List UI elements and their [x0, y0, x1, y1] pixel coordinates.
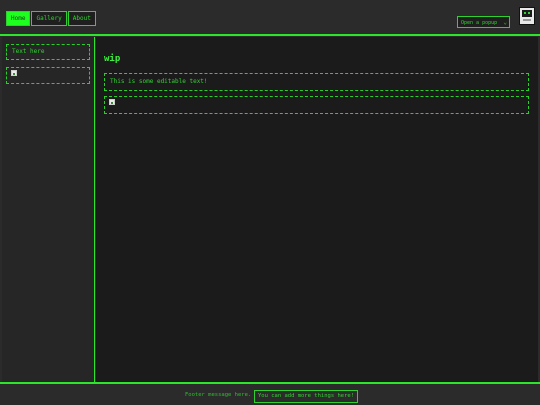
- computer-mascot-icon: [519, 7, 535, 25]
- mascot-eye-left: [524, 12, 526, 14]
- broken-image-icon: [11, 70, 17, 76]
- popup-select[interactable]: Open a popup ⌄: [457, 16, 510, 28]
- main-image-box[interactable]: [104, 96, 529, 114]
- main-content: wip This is some editable text!: [96, 37, 538, 382]
- mascot-base: [523, 19, 531, 21]
- footer-link-button[interactable]: You can add more things here!: [254, 390, 359, 403]
- nav-bar: Home Gallery About: [6, 11, 97, 26]
- sidebar-text-box[interactable]: Text here: [6, 44, 90, 60]
- nav-about-button[interactable]: About: [67, 11, 96, 26]
- popup-select-value: Open a popup: [461, 20, 498, 26]
- editable-text-box[interactable]: This is some editable text!: [104, 73, 529, 91]
- page-title: wip: [104, 54, 121, 64]
- footer-message: Footer message here.: [185, 392, 252, 398]
- chevron-down-icon: ⌄: [503, 19, 507, 26]
- header: Home Gallery About Open a popup ⌄: [0, 0, 540, 34]
- footer: Footer message here. You can add more th…: [0, 384, 540, 405]
- sidebar: Text here: [2, 37, 95, 382]
- nav-home-button[interactable]: Home: [6, 11, 31, 26]
- nav-gallery-button[interactable]: Gallery: [31, 11, 67, 26]
- mascot-eye-right: [528, 12, 530, 14]
- sidebar-image-box[interactable]: [6, 67, 90, 84]
- broken-image-icon: [109, 99, 115, 105]
- header-divider: [0, 34, 540, 36]
- mascot-screen: [522, 10, 532, 17]
